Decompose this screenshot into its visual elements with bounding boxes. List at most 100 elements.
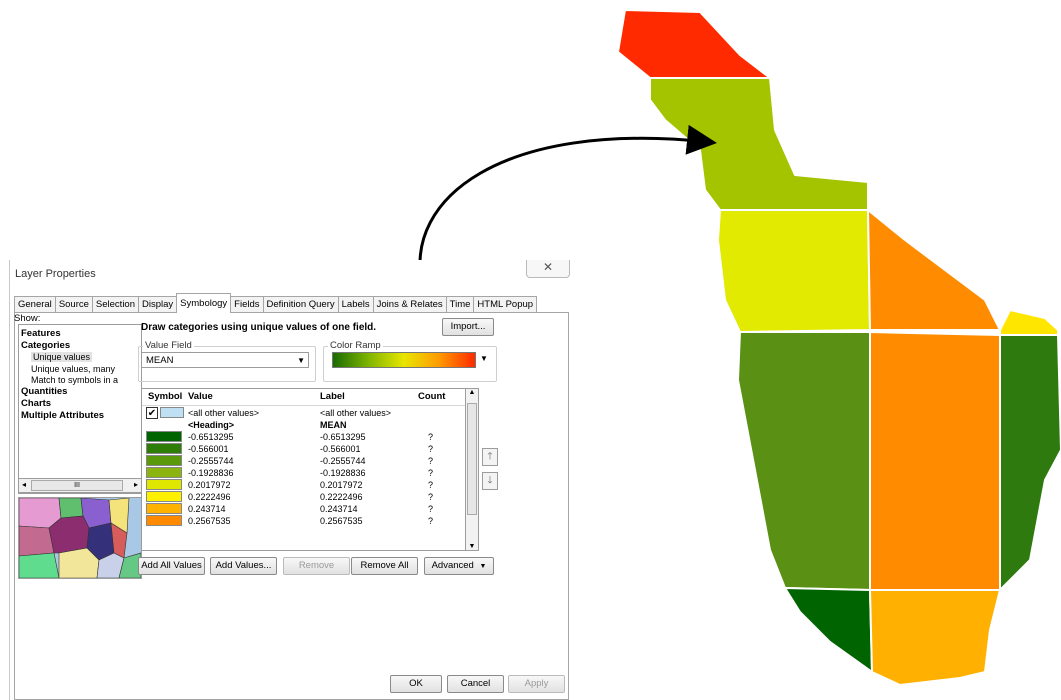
scroll-right-icon[interactable]: ▸ xyxy=(131,479,141,491)
header-value[interactable]: Value xyxy=(188,391,213,402)
apply-label: Apply xyxy=(524,678,549,689)
tab-fields[interactable]: Fields xyxy=(230,296,264,313)
table-row[interactable]: -0.2555744 -0.2555744? xyxy=(142,455,466,467)
all-other-swatch[interactable] xyxy=(160,407,184,418)
import-button-label: Import... xyxy=(450,321,486,332)
heading-label: MEAN xyxy=(320,420,347,430)
scroll-down-icon[interactable]: ▼ xyxy=(466,543,478,550)
tab-symbology[interactable]: Symbology xyxy=(176,293,232,313)
all-other-label: <all other values> xyxy=(320,408,392,418)
preview-map-graphic xyxy=(19,498,141,578)
add-values-label: Add Values... xyxy=(215,560,272,571)
dialog-title: Layer Properties xyxy=(15,268,96,280)
row-label: 0.2567535 xyxy=(320,516,363,526)
scroll-thumb[interactable]: III xyxy=(31,480,123,491)
tree-item-multiple-attributes[interactable]: Multiple Attributes xyxy=(21,410,104,421)
cancel-button[interactable]: Cancel xyxy=(447,675,504,693)
symbol-swatch[interactable] xyxy=(146,455,182,466)
move-up-button[interactable]: 🡑 xyxy=(482,448,498,466)
tab-html-popup[interactable]: HTML Popup xyxy=(473,296,538,313)
tree-item-categories[interactable]: Categories xyxy=(21,340,70,351)
color-ramp-select[interactable] xyxy=(332,352,476,368)
remove-label: Remove xyxy=(298,560,335,571)
import-button[interactable]: Import... xyxy=(442,318,494,336)
symbol-swatch[interactable] xyxy=(146,491,182,502)
row-label: -0.566001 xyxy=(320,444,361,454)
row-value: -0.2555744 xyxy=(188,456,234,466)
table-row-heading[interactable]: <Heading> MEAN xyxy=(142,419,466,431)
close-button[interactable]: ✕ xyxy=(526,260,570,278)
symbol-swatch[interactable] xyxy=(146,515,182,526)
symbology-preview-map xyxy=(18,497,142,579)
advanced-label: Advanced xyxy=(431,560,474,571)
row-label: 0.2222496 xyxy=(320,492,363,502)
ok-button[interactable]: OK xyxy=(390,675,442,693)
move-down-button[interactable]: 🡓 xyxy=(482,472,498,490)
tree-item-match-symbols[interactable]: Match to symbols in a xyxy=(31,375,118,385)
row-count: ? xyxy=(428,468,434,478)
row-count: ? xyxy=(428,432,434,442)
tree-item-features[interactable]: Features xyxy=(21,328,61,339)
values-scroll-thumb[interactable] xyxy=(467,403,477,515)
tab-display[interactable]: Display xyxy=(138,296,178,313)
table-row[interactable]: -0.6513295 -0.6513295? xyxy=(142,431,466,443)
value-field-selected: MEAN xyxy=(146,355,174,366)
symbol-swatch[interactable] xyxy=(146,443,182,454)
tree-item-charts[interactable]: Charts xyxy=(21,398,51,409)
draw-categories-label: Draw categories using unique values of o… xyxy=(141,322,377,333)
tab-joins-relates[interactable]: Joins & Relates xyxy=(372,296,447,313)
apply-button[interactable]: Apply xyxy=(508,675,565,693)
symbol-swatch[interactable] xyxy=(146,479,182,490)
tab-source[interactable]: Source xyxy=(54,296,93,313)
row-label: -0.6513295 xyxy=(320,432,366,442)
scroll-up-icon[interactable]: ▲ xyxy=(466,389,478,396)
row-count: ? xyxy=(428,456,434,466)
layer-properties-dialog: Layer Properties ✕ General Source Selectio… xyxy=(9,260,571,700)
ok-label: OK xyxy=(409,678,423,689)
scroll-left-icon[interactable]: ◂ xyxy=(19,479,29,491)
tab-time[interactable]: Time xyxy=(445,296,475,313)
advanced-button[interactable]: Advanced ▼ xyxy=(424,557,494,575)
header-count[interactable]: Count xyxy=(418,391,445,402)
add-all-values-button[interactable]: Add All Values xyxy=(138,557,205,575)
header-label[interactable]: Label xyxy=(320,391,345,402)
cancel-label: Cancel xyxy=(460,678,491,689)
heading-value: <Heading> xyxy=(188,420,235,430)
add-all-values-label: Add All Values xyxy=(141,560,202,571)
tab-definition-query[interactable]: Definition Query xyxy=(262,296,339,313)
tab-strip: General Source Selection Display Symbology Fi… xyxy=(14,293,538,313)
arrow-up-icon: 🡑 xyxy=(487,451,493,462)
row-value: 0.243714 xyxy=(188,504,226,514)
tree-item-quantities[interactable]: Quantities xyxy=(21,386,67,397)
table-row[interactable]: 0.2567535 0.2567535? xyxy=(142,515,466,527)
all-other-checkbox[interactable]: ✔ xyxy=(146,407,158,419)
table-row[interactable]: -0.566001 -0.566001? xyxy=(142,443,466,455)
table-row[interactable]: -0.1928836 -0.1928836? xyxy=(142,467,466,479)
symbol-swatch[interactable] xyxy=(146,431,182,442)
table-row[interactable]: 0.2222496 0.2222496? xyxy=(142,491,466,503)
header-symbol[interactable]: Symbol xyxy=(148,391,182,402)
table-row-all-other[interactable]: ✔ <all other values> <all other values> xyxy=(142,407,466,419)
symbol-swatch[interactable] xyxy=(146,503,182,514)
add-values-button[interactable]: Add Values... xyxy=(210,557,277,575)
row-count: ? xyxy=(428,444,434,454)
color-ramp-chevron-down-icon[interactable]: ▼ xyxy=(480,354,488,363)
values-table: Symbol Value Label Count ✔ <all other va… xyxy=(141,388,467,551)
close-icon: ✕ xyxy=(542,260,554,274)
table-row[interactable]: 0.2017972 0.2017972? xyxy=(142,479,466,491)
tab-general[interactable]: General xyxy=(14,296,56,313)
value-field-legend: Value Field xyxy=(143,340,194,351)
values-table-scrollbar[interactable]: ▲ ▼ xyxy=(465,388,479,551)
remove-all-label: Remove All xyxy=(360,560,409,571)
remove-all-button[interactable]: Remove All xyxy=(351,557,418,575)
remove-button[interactable]: Remove xyxy=(283,557,350,575)
value-field-select[interactable]: MEAN ▼ xyxy=(141,352,309,368)
tree-item-unique-values-many[interactable]: Unique values, many xyxy=(31,364,115,374)
tree-horizontal-scrollbar[interactable]: ◂ III ▸ xyxy=(18,478,142,493)
table-row[interactable]: 0.243714 0.243714? xyxy=(142,503,466,515)
tab-labels[interactable]: Labels xyxy=(337,296,374,313)
tab-selection[interactable]: Selection xyxy=(91,296,140,313)
tree-item-unique-values[interactable]: Unique values xyxy=(31,352,93,362)
row-label: -0.2555744 xyxy=(320,456,366,466)
symbol-swatch[interactable] xyxy=(146,467,182,478)
